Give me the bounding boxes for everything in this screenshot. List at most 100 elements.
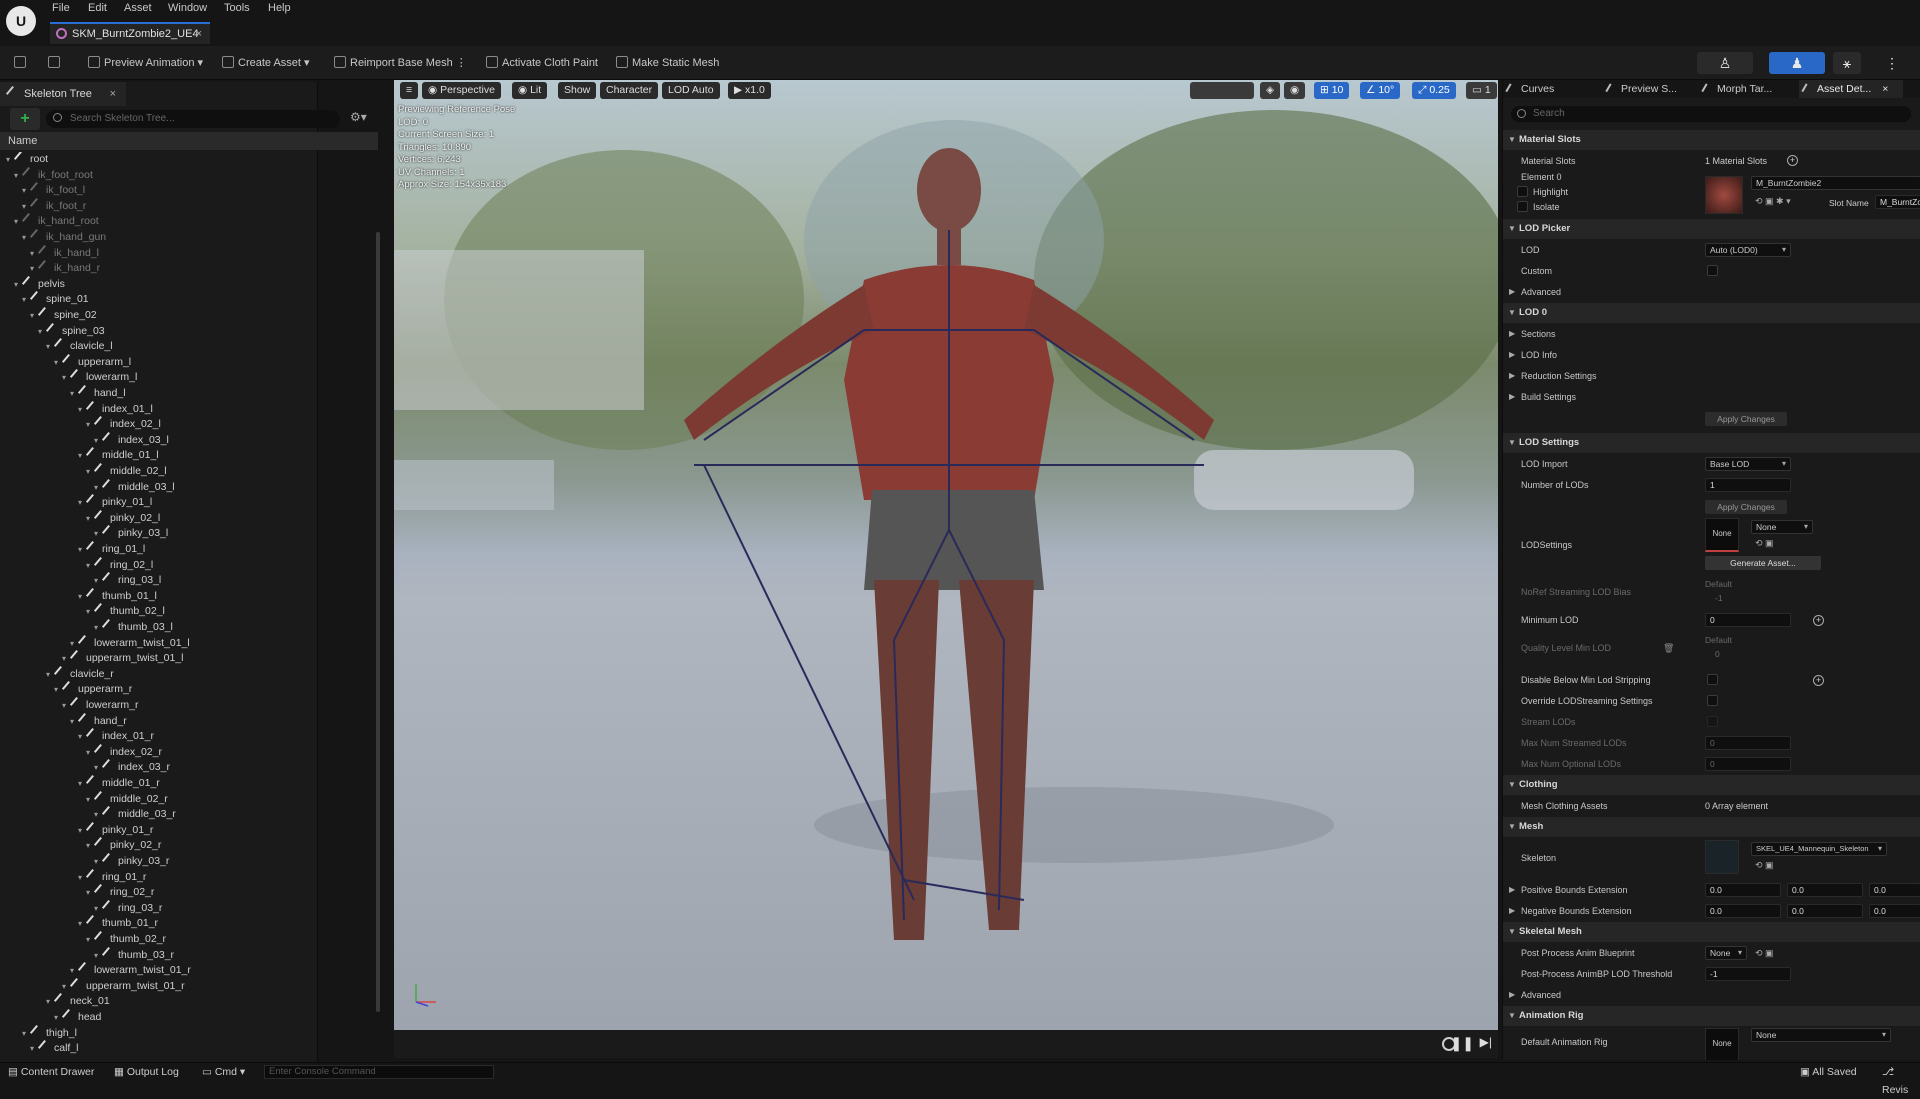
expand-arrow-icon[interactable]: ▾: [54, 682, 64, 698]
tree-row-neck-01[interactable]: ▾ neck_01: [0, 993, 372, 1010]
playback-speed-button[interactable]: ▶ x1.0: [728, 82, 771, 99]
activate-cloth-paint-button[interactable]: Activate Cloth Paint: [486, 54, 598, 72]
lod-import-select[interactable]: Base LOD ▾: [1705, 457, 1791, 471]
slot-name-input[interactable]: M_BurntZo: [1875, 195, 1920, 209]
skeleton-select[interactable]: SKEL_UE4_Mannequin_Skeleton ▾: [1751, 842, 1887, 856]
expand-arrow-icon[interactable]: ▾: [94, 807, 104, 823]
material-combo[interactable]: M_BurntZombie2: [1751, 176, 1920, 190]
anim-rig-thumbnail[interactable]: None: [1705, 1028, 1739, 1060]
revision-control-button[interactable]: ⎇ Revis: [1882, 1063, 1920, 1096]
preview-animation-button[interactable]: Preview Animation ▾: [88, 54, 203, 72]
tab-asset-details[interactable]: Asset Det... ×: [1799, 80, 1903, 98]
tree-row-ring-02-r[interactable]: ▾ ring_02_r: [0, 884, 372, 901]
material-tools-icon[interactable]: ⟲ ▣ ✱ ▾: [1755, 196, 1791, 207]
tree-row-pinky-01-l[interactable]: ▾ pinky_01_l: [0, 494, 372, 511]
name-column-header[interactable]: Name: [0, 132, 378, 150]
expand-arrow-icon[interactable]: ▾: [78, 495, 88, 511]
menu-edit[interactable]: Edit: [88, 2, 107, 14]
expand-arrow-icon[interactable]: ▾: [22, 292, 32, 308]
unreal-logo-icon[interactable]: U: [6, 6, 36, 36]
character-button[interactable]: Character: [600, 82, 659, 99]
tree-row-spine-02[interactable]: ▾ spine_02: [0, 306, 372, 324]
console-input[interactable]: Enter Console Command: [264, 1065, 494, 1079]
pos-bounds-z[interactable]: 0.0: [1869, 883, 1920, 897]
menu-help[interactable]: Help: [268, 2, 291, 14]
trash-icon[interactable]: 🗑: [1663, 638, 1674, 658]
viewport-menu-icon[interactable]: ≡: [400, 82, 419, 99]
tree-row-ring-02-l[interactable]: ▾ ring_02_l: [0, 556, 372, 574]
tree-row-ik-foot-l[interactable]: ▾ ik_foot_l: [0, 182, 372, 199]
lodsettings-thumbnail[interactable]: None: [1705, 518, 1739, 552]
skeleton-tree-tab[interactable]: Skeleton Tree ×: [0, 82, 126, 106]
mesh-mode-button[interactable]: ♟: [1769, 52, 1825, 74]
expand-arrow-icon[interactable]: ▾: [86, 838, 96, 854]
prop-advanced-2[interactable]: ▶ Advanced: [1503, 985, 1920, 1005]
expand-arrow-icon[interactable]: ▾: [94, 573, 104, 589]
reimport-base-mesh-button[interactable]: Reimport Base Mesh ⋮: [334, 54, 467, 72]
section-lod0[interactable]: ▼ LOD 0: [1503, 303, 1920, 323]
section-skeletal-mesh[interactable]: ▼ Skeletal Mesh: [1503, 922, 1920, 942]
tree-row-thumb-02-r[interactable]: ▾ thumb_02_r: [0, 930, 372, 948]
tree-row-root[interactable]: ▾ root: [0, 152, 372, 168]
show-button[interactable]: Show: [558, 82, 597, 99]
tab-preview-scene[interactable]: Preview S...: [1603, 80, 1699, 98]
generate-asset-button[interactable]: Generate Asset...: [1705, 556, 1821, 570]
surface-snap-icon[interactable]: ◈: [1260, 82, 1281, 99]
neg-bounds-y[interactable]: 0.0: [1787, 904, 1863, 918]
menu-file[interactable]: File: [52, 2, 70, 14]
tree-row-middle-03-r[interactable]: ▾ middle_03_r: [0, 806, 372, 823]
lod-button[interactable]: LOD Auto: [662, 82, 720, 99]
tree-row-middle-01-r[interactable]: ▾ middle_01_r: [0, 774, 372, 792]
apply-changes-button-2[interactable]: Apply Changes: [1705, 500, 1787, 514]
tree-row-clavicle-l[interactable]: ▾ clavicle_l: [0, 338, 372, 355]
world-icon[interactable]: ◉: [1284, 82, 1306, 99]
tree-row-clavicle-r[interactable]: ▾ clavicle_r: [0, 665, 372, 683]
create-asset-button[interactable]: Create Asset ▾: [222, 54, 310, 72]
grid-snap-button[interactable]: ⊞ 10: [1314, 82, 1350, 99]
gear-icon[interactable]: ⚙▾: [350, 110, 367, 124]
prop-reduction-settings[interactable]: ▶ Reduction Settings: [1503, 366, 1920, 386]
material-thumbnail[interactable]: [1705, 176, 1743, 214]
tree-row-pinky-02-l[interactable]: ▾ pinky_02_l: [0, 509, 372, 527]
tree-row-pinky-01-r[interactable]: ▾ pinky_01_r: [0, 821, 372, 839]
tree-row-upperarm-l[interactable]: ▾ upperarm_l: [0, 353, 372, 371]
tree-row-head[interactable]: ▾ head: [0, 1008, 372, 1026]
expand-arrow-icon[interactable]: ▾: [86, 417, 96, 433]
tree-scrollbar[interactable]: [376, 232, 380, 1012]
close-icon[interactable]: ×: [196, 24, 202, 44]
tree-row-thumb-03-l[interactable]: ▾ thumb_03_l: [0, 618, 372, 636]
lod-select[interactable]: Auto (LOD0) ▾: [1705, 243, 1791, 257]
override-streaming-checkbox[interactable]: [1707, 695, 1718, 706]
lodsettings-tools-icon[interactable]: ⟲ ▣: [1755, 538, 1774, 549]
expand-arrow-icon[interactable]: ▾: [78, 916, 88, 932]
tree-row-ik-foot-r[interactable]: ▾ ik_foot_r: [0, 197, 372, 215]
tree-row-pinky-03-r[interactable]: ▾ pinky_03_r: [0, 852, 372, 870]
step-forward-icon[interactable]: ▶|: [1480, 1035, 1492, 1049]
tree-row-spine-01[interactable]: ▾ spine_01: [0, 291, 372, 308]
tab-curves[interactable]: Curves: [1503, 80, 1599, 98]
browse-icon[interactable]: [48, 54, 64, 72]
tree-row-hand-l[interactable]: ▾ hand_l: [0, 384, 372, 402]
tree-row-index-03-r[interactable]: ▾ index_03_r: [0, 759, 372, 776]
tree-row-thumb-02-l[interactable]: ▾ thumb_02_l: [0, 603, 372, 620]
tree-row-upperarm-twist-01-l[interactable]: ▾ upperarm_twist_01_l: [0, 650, 372, 667]
stream-lods-checkbox[interactable]: [1707, 716, 1718, 727]
menu-window[interactable]: Window: [168, 2, 207, 14]
custom-checkbox[interactable]: [1707, 265, 1718, 276]
pos-bounds-x[interactable]: 0.0: [1705, 883, 1781, 897]
expand-arrow-icon[interactable]: ▾: [14, 214, 24, 230]
expand-arrow-icon[interactable]: ▾: [46, 994, 56, 1010]
neg-bounds-x[interactable]: 0.0: [1705, 904, 1781, 918]
perspective-button[interactable]: ◉ Perspective: [422, 82, 501, 99]
tree-row-index-02-r[interactable]: ▾ index_02_r: [0, 743, 372, 761]
prop-sections[interactable]: ▶ Sections: [1503, 324, 1920, 344]
tree-row-upperarm-twist-01-r[interactable]: ▾ upperarm_twist_01_r: [0, 977, 372, 995]
section-lod-settings[interactable]: ▼ LOD Settings: [1503, 433, 1920, 453]
post-process-select[interactable]: None ▾: [1705, 946, 1747, 960]
cmd-button[interactable]: ▭ Cmd ▾: [202, 1063, 245, 1081]
details-search-input[interactable]: Search: [1511, 106, 1911, 122]
expand-arrow-icon[interactable]: ▾: [70, 963, 80, 979]
tree-row-ik-hand-gun[interactable]: ▾ ik_hand_gun: [0, 228, 372, 246]
make-static-mesh-button[interactable]: Make Static Mesh: [616, 54, 719, 72]
scale-snap-button[interactable]: ⤢ 0.25: [1412, 82, 1456, 99]
